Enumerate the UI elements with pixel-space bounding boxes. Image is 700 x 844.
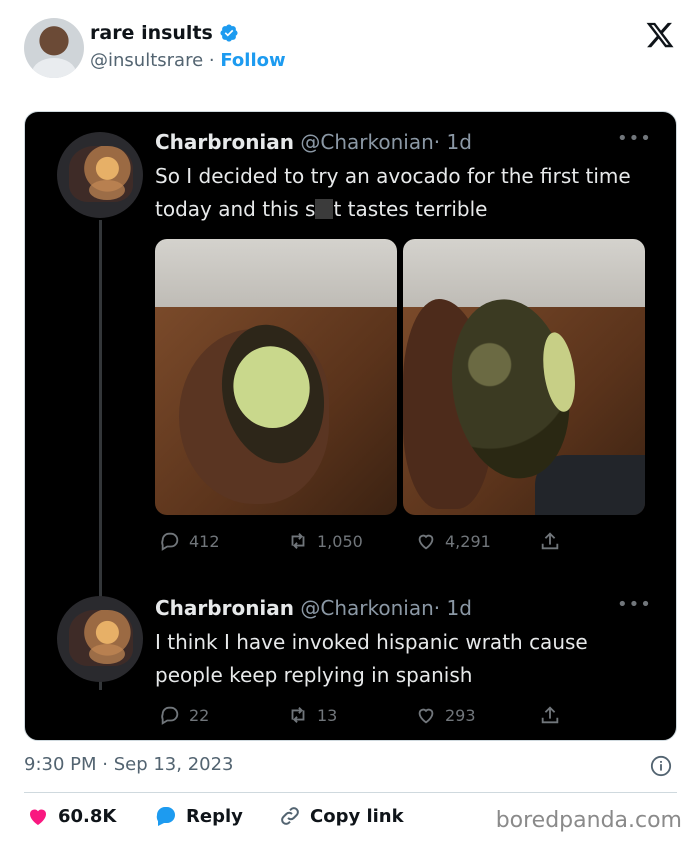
copy-link-label: Copy link bbox=[310, 805, 404, 827]
x-logo-icon[interactable] bbox=[645, 20, 675, 50]
embedded-post-header: Charbronian @Charkonian· 1d bbox=[155, 130, 472, 154]
author-avatar[interactable] bbox=[24, 18, 84, 78]
heart-icon bbox=[418, 708, 434, 724]
censor-block bbox=[315, 199, 334, 219]
watermark: boredpanda.com bbox=[495, 808, 682, 833]
reply-button[interactable]: Reply bbox=[154, 804, 243, 828]
tweet-header: rare insults @insultsrare · Follow bbox=[0, 0, 700, 100]
embedded-post-age: · 1d bbox=[433, 130, 472, 154]
retweet-icon bbox=[291, 707, 305, 723]
embedded-avatar bbox=[57, 132, 143, 218]
link-icon bbox=[281, 807, 299, 825]
retweet-count: 1,050 bbox=[317, 531, 363, 551]
tweet-timestamp[interactable]: 9:30 PM · Sep 13, 2023 bbox=[24, 754, 234, 775]
retweet-count-2: 13 bbox=[317, 705, 338, 725]
embedded-reply-action: 412 bbox=[159, 530, 220, 552]
embedded-post-2-age: · 1d bbox=[433, 596, 472, 620]
reply-icon bbox=[161, 532, 179, 551]
embedded-screenshot[interactable]: Charbronian @Charkonian· 1d ••• So I dec… bbox=[24, 111, 677, 741]
embedded-author-name: Charbronian bbox=[155, 130, 295, 154]
reply-bubble-icon bbox=[156, 807, 175, 826]
embedded-like-action-2: 293 bbox=[415, 704, 476, 726]
embedded-author-handle: @Charkonian bbox=[300, 130, 434, 154]
avocado-photo-2 bbox=[403, 239, 645, 515]
retweet-icon bbox=[291, 533, 305, 549]
embedded-retweet-action: 1,050 bbox=[287, 530, 363, 552]
like-count-footer: 60.8K bbox=[58, 805, 117, 827]
share-icon-2 bbox=[541, 706, 559, 724]
avocado-photo-1 bbox=[155, 239, 397, 515]
like-count-2: 293 bbox=[445, 705, 476, 725]
embedded-reply-action-2: 22 bbox=[159, 704, 209, 726]
embedded-post-2-text: I think I have invoked hispanic wrath ca… bbox=[155, 630, 588, 687]
follow-button[interactable]: Follow bbox=[220, 50, 285, 71]
like-button[interactable]: 60.8K bbox=[26, 804, 116, 828]
heart-icon bbox=[418, 534, 434, 550]
author-name[interactable]: rare insults bbox=[90, 22, 213, 44]
embedded-author-handle-2: @Charkonian bbox=[300, 596, 434, 620]
author-handle-row: @insultsrare · Follow bbox=[90, 50, 286, 71]
handle-separator: · bbox=[208, 50, 215, 71]
copy-link-button[interactable]: Copy link bbox=[278, 804, 404, 828]
reply-icon bbox=[161, 706, 179, 725]
more-options-icon: ••• bbox=[617, 128, 652, 149]
embedded-author-name-2: Charbronian bbox=[155, 596, 295, 620]
embedded-post-2-header: Charbronian @Charkonian· 1d bbox=[155, 596, 472, 620]
footer-divider bbox=[24, 792, 677, 793]
author-name-row: rare insults bbox=[90, 22, 239, 44]
share-icon bbox=[541, 532, 559, 550]
heart-filled-icon bbox=[30, 809, 46, 825]
embedded-retweet-action-2: 13 bbox=[287, 704, 337, 726]
more-options-icon-2: ••• bbox=[617, 594, 652, 615]
embedded-post-text: So I decided to try an avocado for the f… bbox=[155, 160, 655, 226]
reply-count-2: 22 bbox=[189, 705, 210, 725]
verified-badge-icon bbox=[220, 24, 238, 42]
reply-count: 412 bbox=[189, 531, 220, 551]
embedded-avatar-2 bbox=[57, 596, 143, 682]
like-count: 4,291 bbox=[445, 531, 491, 551]
author-handle[interactable]: @insultsrare bbox=[90, 50, 203, 71]
reply-label: Reply bbox=[186, 805, 243, 827]
embedded-post-text-part2: t tastes terrible bbox=[333, 197, 488, 221]
info-icon[interactable] bbox=[650, 755, 672, 777]
embedded-like-action: 4,291 bbox=[415, 530, 491, 552]
